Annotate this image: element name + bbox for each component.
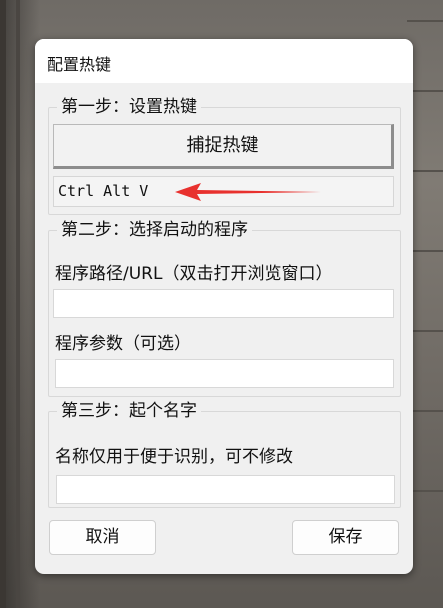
step2-legend: 第二步：选择启动的程序 [57, 219, 252, 241]
program-args-input[interactable] [55, 359, 394, 388]
capture-hotkey-button[interactable]: 捕捉热键 [53, 124, 394, 169]
save-button[interactable]: 保存 [292, 520, 399, 555]
step1-legend: 第一步：设置热键 [57, 96, 201, 118]
program-path-input[interactable] [53, 289, 394, 318]
cancel-button[interactable]: 取消 [49, 520, 156, 555]
program-args-label: 程序参数（可选） [55, 334, 191, 354]
configure-hotkey-dialog: 配置热键 第一步：设置热键 捕捉热键 Ctrl Alt V 第二步：选择启动的程… [35, 39, 413, 574]
name-input[interactable] [56, 475, 395, 504]
dialog-titlebar: 配置热键 [35, 39, 413, 83]
dialog-title: 配置热键 [47, 55, 112, 74]
program-path-label: 程序路径/URL（双击打开浏览窗口） [55, 264, 333, 284]
name-hint-label: 名称仅用于便于识别，可不修改 [55, 447, 293, 467]
step3-legend: 第三步：起个名字 [57, 400, 201, 422]
red-arrow-icon [175, 183, 321, 201]
